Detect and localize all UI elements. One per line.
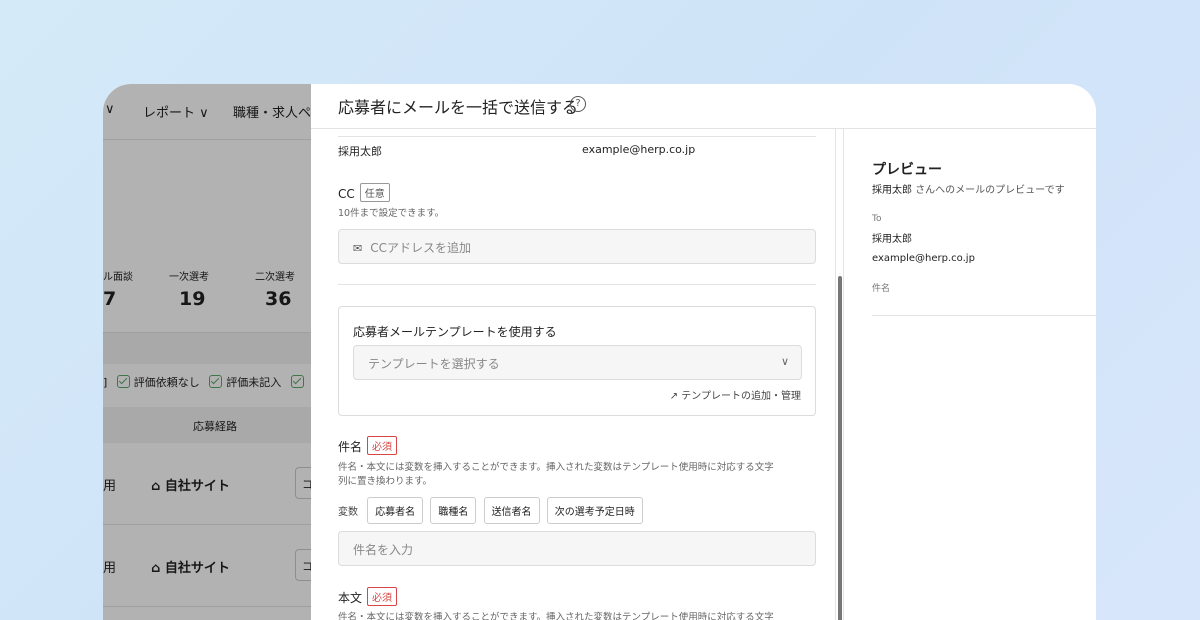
template-select[interactable]: テンプレートを選択する ∨ bbox=[353, 345, 802, 380]
cc-hint: 10件まで設定できます。 bbox=[338, 208, 445, 219]
external-link-icon: ↗ bbox=[669, 391, 682, 402]
template-card: 応募者メールテンプレートを使用する テンプレートを選択する ∨ ↗ テンプレート… bbox=[338, 306, 816, 416]
modal-header: 応募者にメールを一括で送信する ? bbox=[311, 84, 1096, 129]
body-label: 本文 bbox=[338, 591, 363, 605]
template-manage-label: テンプレートの追加・管理 bbox=[681, 391, 801, 402]
subject-placeholder: 件名を入力 bbox=[353, 543, 414, 557]
variables-label: 変数 bbox=[338, 507, 358, 518]
variable-job-name[interactable]: 職種名 bbox=[430, 497, 477, 524]
required-badge: 必須 bbox=[367, 587, 398, 606]
template-label: 応募者メールテンプレートを使用する bbox=[353, 325, 557, 339]
variable-applicant-name[interactable]: 応募者名 bbox=[367, 497, 424, 524]
subject-label-row: 件名 必須 bbox=[338, 436, 398, 455]
modal-title: 応募者にメールを一括で送信する bbox=[338, 98, 579, 117]
scrollbar-thumb[interactable] bbox=[838, 276, 842, 620]
chevron-down-icon: ∨ bbox=[780, 355, 789, 368]
mail-icon: ✉ bbox=[353, 242, 363, 255]
subject-input[interactable]: 件名を入力 bbox=[338, 531, 816, 566]
bulk-email-modal: 応募者にメールを一括で送信する ? 採用太郎 example@herp.co.j… bbox=[311, 84, 1096, 620]
cc-label-row: CC 任意 bbox=[338, 183, 390, 202]
divider bbox=[338, 136, 816, 137]
preview-subtitle-text: さんへのメールのプレビューです bbox=[915, 185, 1065, 196]
to-label: To bbox=[872, 214, 882, 224]
to-name: 採用太郎 bbox=[872, 234, 912, 245]
body-label-row: 本文 必須 bbox=[338, 587, 398, 606]
variable-next-interview[interactable]: 次の選考予定日時 bbox=[546, 497, 643, 524]
cc-placeholder: CCアドレスを追加 bbox=[370, 241, 471, 255]
subject-label: 件名 bbox=[338, 440, 363, 454]
template-placeholder: テンプレートを選択する bbox=[368, 357, 500, 371]
subject-hint: 列に置き換わります。 bbox=[338, 476, 433, 487]
app-window: ∨ レポート ∨ 職種・求人ペー ール面談 7 一次選考 19 二次選考 36 … bbox=[103, 84, 1096, 620]
recipient-name: 採用太郎 bbox=[338, 145, 382, 158]
preview-subtitle: 採用太郎 さんへのメールのプレビューです bbox=[872, 181, 1065, 196]
subject-hint: 件名・本文には変数を挿入することができます。挿入された変数はテンプレート使用時に… bbox=[338, 462, 774, 473]
subject-preview-label: 件名 bbox=[872, 284, 891, 294]
to-email: example@herp.co.jp bbox=[872, 253, 975, 264]
variable-bar: 変数 応募者名 職種名 送信者名 次の選考予定日時 bbox=[338, 497, 647, 524]
preview-panel: プレビュー 採用太郎 さんへのメールのプレビューです To 採用太郎 examp… bbox=[844, 129, 1096, 620]
variable-sender-name[interactable]: 送信者名 bbox=[483, 497, 540, 524]
divider bbox=[338, 284, 816, 285]
divider bbox=[872, 315, 1096, 316]
template-manage-link[interactable]: ↗ テンプレートの追加・管理 bbox=[670, 387, 801, 402]
body-hint: 件名・本文には変数を挿入することができます。挿入された変数はテンプレート使用時に… bbox=[338, 612, 774, 620]
preview-recipient-name: 採用太郎 bbox=[872, 185, 912, 196]
preview-title: プレビュー bbox=[872, 162, 942, 178]
required-badge: 必須 bbox=[367, 436, 398, 455]
recipient-email: example@herp.co.jp bbox=[582, 143, 696, 156]
cc-label: CC bbox=[338, 187, 355, 201]
background-app: ∨ レポート ∨ 職種・求人ペー ール面談 7 一次選考 19 二次選考 36 … bbox=[103, 84, 311, 620]
email-form: 採用太郎 example@herp.co.jp CC 任意 10件まで設定できます… bbox=[311, 129, 835, 620]
cc-input[interactable]: ✉ CCアドレスを追加 bbox=[338, 229, 816, 264]
optional-badge: 任意 bbox=[359, 183, 390, 202]
scrollbar[interactable] bbox=[835, 129, 844, 620]
help-icon[interactable]: ? bbox=[570, 96, 586, 112]
modal-overlay[interactable] bbox=[103, 84, 311, 620]
